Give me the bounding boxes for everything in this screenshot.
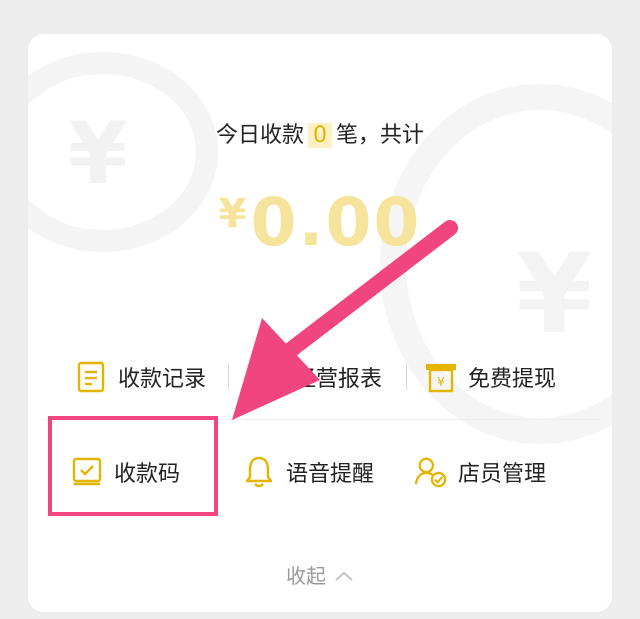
pointer-arrow-icon [232, 220, 458, 420]
